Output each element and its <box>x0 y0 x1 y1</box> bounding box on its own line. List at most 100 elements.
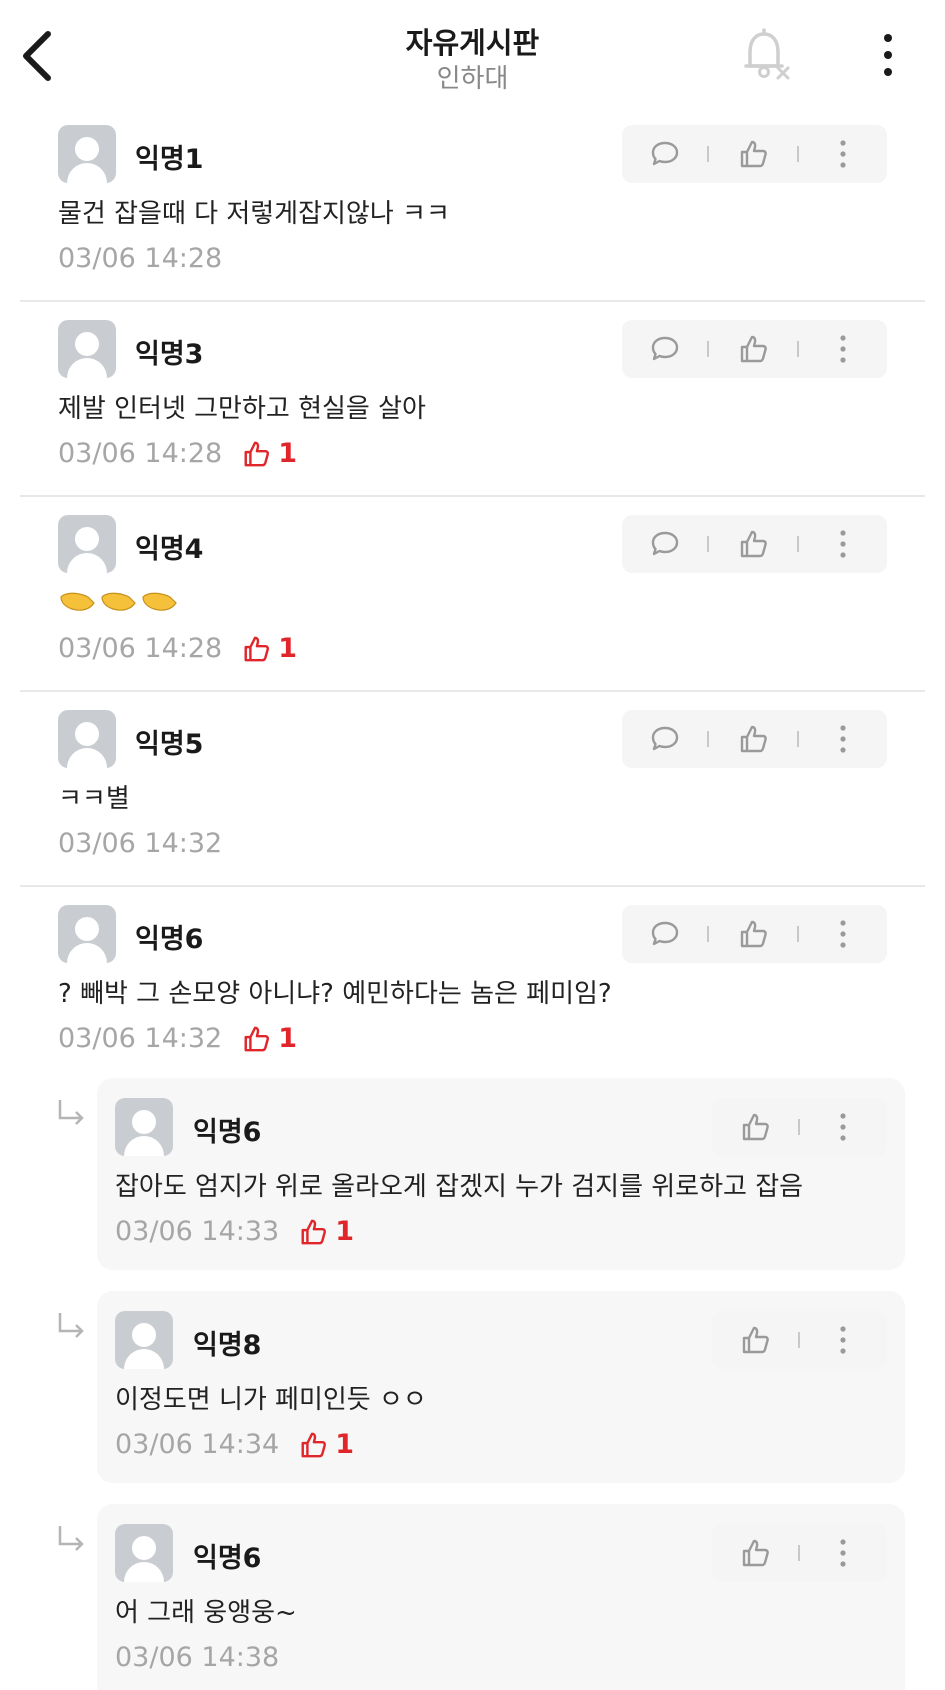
like-button[interactable] <box>709 320 797 378</box>
comment-meta: 03/06 14:28 1 <box>58 438 297 469</box>
thumbs-up-icon <box>301 1432 327 1457</box>
reply-text: 어 그래 웅앵웅~ <box>115 1598 297 1628</box>
thumbs-up-icon <box>742 1326 769 1354</box>
comment-nickname: 익명1 <box>135 144 204 175</box>
avatar <box>58 515 116 573</box>
comment-nickname: 익명4 <box>135 534 204 565</box>
reply-button[interactable] <box>622 125 707 183</box>
like-count: 1 <box>242 1023 297 1054</box>
like-button[interactable] <box>709 710 797 768</box>
comment-more-button[interactable] <box>799 710 887 768</box>
avatar <box>58 710 116 768</box>
reply-actions <box>712 1311 887 1369</box>
pinching-hand-emoji-icon <box>60 592 177 611</box>
comment-text: 물건 잡을때 다 저렇게잡지않나 ㅋㅋ <box>58 199 450 229</box>
like-count-value: 1 <box>335 1216 354 1247</box>
reply-text: 이정도면 니가 페미인듯 ㅇㅇ <box>115 1385 427 1415</box>
thumbs-up-icon <box>740 725 767 753</box>
comment-more-button[interactable] <box>799 125 887 183</box>
like-button[interactable] <box>709 125 797 183</box>
more-options-button[interactable] <box>870 30 906 80</box>
bell-off-icon <box>744 28 790 80</box>
comment-time: 03/06 14:32 <box>58 828 223 859</box>
reply-meta: 03/06 14:38 <box>115 1642 279 1673</box>
comment-nickname: 익명5 <box>135 729 204 760</box>
reply-time: 03/06 14:38 <box>115 1642 280 1673</box>
more-vertical-icon <box>840 725 846 753</box>
more-vertical-icon <box>840 140 846 168</box>
comment-nickname: 익명6 <box>135 924 204 955</box>
comment-text: 🤏🤏🤏 <box>58 583 178 624</box>
thumbs-up-icon <box>740 335 767 363</box>
avatar <box>115 1524 173 1582</box>
more-vertical-icon <box>884 34 892 76</box>
reply-button[interactable] <box>622 905 707 963</box>
comment-item: 익명4 🤏🤏🤏 03/06 14:28 1 <box>20 505 925 692</box>
reply-more-button[interactable] <box>800 1098 886 1156</box>
avatar <box>58 905 116 963</box>
speech-bubble-icon <box>651 336 678 361</box>
comment-actions <box>622 515 887 573</box>
comment-more-button[interactable] <box>799 320 887 378</box>
board-title: 자유게시판 <box>405 26 540 60</box>
comment-item: 익명1 물건 잡을때 다 저렇게잡지않나 ㅋㅋ 03/06 14:28 <box>20 115 925 302</box>
comment-meta: 03/06 14:32 <box>58 828 222 859</box>
reply-arrow-icon <box>56 1311 88 1343</box>
speech-bubble-icon <box>651 531 678 556</box>
reply-nickname: 익명6 <box>193 1117 262 1148</box>
reply-item: 익명6 잡아도 엄지가 위로 올라오게 잡겠지 누가 검지를 위로하고 잡음 0… <box>97 1078 905 1270</box>
comment-more-button[interactable] <box>799 515 887 573</box>
more-vertical-icon <box>840 1539 846 1567</box>
comment-text: 제발 인터넷 그만하고 현실을 살아 <box>58 394 426 424</box>
avatar <box>115 1098 173 1156</box>
reply-time: 03/06 14:34 <box>115 1429 280 1460</box>
reply-button[interactable] <box>622 710 707 768</box>
comment-time: 03/06 14:28 <box>58 633 223 664</box>
thumbs-up-icon <box>742 1539 769 1567</box>
reply-text: 잡아도 엄지가 위로 올라오게 잡겠지 누가 검지를 위로하고 잡음 <box>115 1172 804 1202</box>
reply-button[interactable] <box>622 515 707 573</box>
comment-meta: 03/06 14:32 1 <box>58 1023 297 1054</box>
like-button[interactable] <box>712 1524 798 1582</box>
comment-nickname: 익명3 <box>135 339 204 370</box>
board-subtitle: 인하대 <box>436 64 509 94</box>
reply-more-button[interactable] <box>800 1524 886 1582</box>
thumbs-up-icon <box>244 1026 270 1051</box>
avatar <box>58 125 116 183</box>
comment-time: 03/06 14:32 <box>58 1023 223 1054</box>
like-button[interactable] <box>712 1311 798 1369</box>
notification-toggle-button[interactable] <box>742 28 792 82</box>
reply-actions <box>712 1098 887 1156</box>
thumbs-up-icon <box>740 920 767 948</box>
comment-more-button[interactable] <box>799 905 887 963</box>
thumbs-up-icon <box>301 1219 327 1244</box>
reply-arrow-icon <box>56 1524 88 1556</box>
like-button[interactable] <box>709 515 797 573</box>
speech-bubble-icon <box>651 726 678 751</box>
comment-time: 03/06 14:28 <box>58 243 223 274</box>
speech-bubble-icon <box>651 141 678 166</box>
more-vertical-icon <box>840 920 846 948</box>
thumbs-up-icon <box>244 441 270 466</box>
like-count-value: 1 <box>278 633 297 664</box>
comment-item: 익명3 제발 인터넷 그만하고 현실을 살아 03/06 14:28 1 <box>20 310 925 497</box>
reply-meta: 03/06 14:33 1 <box>115 1216 354 1247</box>
comment-actions <box>622 125 887 183</box>
like-count: 1 <box>299 1429 354 1460</box>
reply-meta: 03/06 14:34 1 <box>115 1429 354 1460</box>
reply-more-button[interactable] <box>800 1311 886 1369</box>
more-vertical-icon <box>840 335 846 363</box>
comment-actions <box>622 905 887 963</box>
reply-button[interactable] <box>622 320 707 378</box>
reply-arrow-icon <box>56 1098 88 1130</box>
like-count-value: 1 <box>278 1023 297 1054</box>
like-count: 1 <box>242 438 297 469</box>
like-count-value: 1 <box>335 1429 354 1460</box>
more-vertical-icon <box>840 1326 846 1354</box>
like-count: 1 <box>299 1216 354 1247</box>
like-button[interactable] <box>712 1098 798 1156</box>
comment-time: 03/06 14:28 <box>58 438 223 469</box>
speech-bubble-icon <box>651 921 678 946</box>
like-button[interactable] <box>709 905 797 963</box>
thumbs-up-icon <box>740 530 767 558</box>
